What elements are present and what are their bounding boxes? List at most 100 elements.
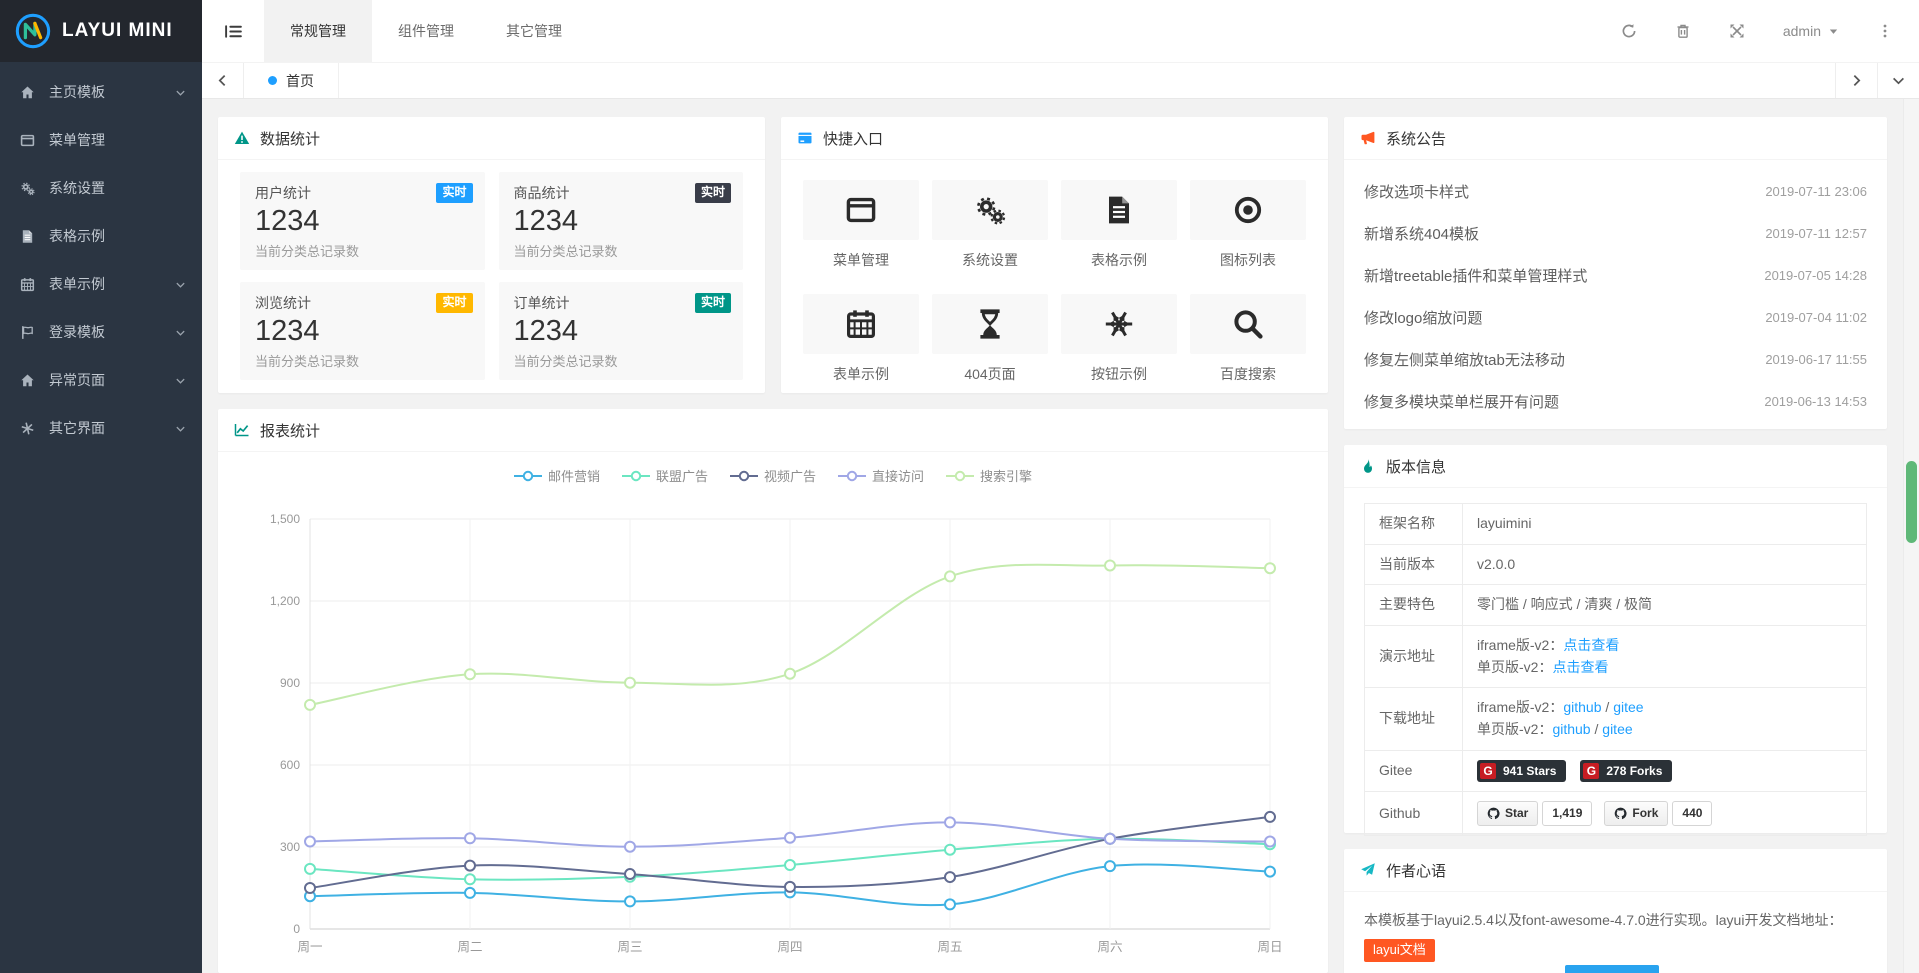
data-point[interactable]: [785, 882, 795, 892]
quick-entry-8[interactable]: 百度搜索: [1190, 294, 1306, 384]
top-nav-item-1[interactable]: 常规管理: [264, 0, 372, 62]
data-point[interactable]: [1265, 867, 1275, 877]
realtime-badge: 实时: [695, 293, 731, 313]
data-point[interactable]: [625, 869, 635, 879]
quick-entry-2[interactable]: 系统设置: [932, 180, 1048, 270]
version-link[interactable]: github: [1552, 721, 1590, 737]
data-point[interactable]: [625, 842, 635, 852]
data-point[interactable]: [305, 700, 315, 710]
scrollbar-thumb[interactable]: [1906, 461, 1917, 543]
data-point[interactable]: [1265, 563, 1275, 573]
refresh-icon[interactable]: [1621, 23, 1637, 39]
quick-entry-3[interactable]: 表格示例: [1061, 180, 1177, 270]
brand-logo[interactable]: LAYUI MINI: [0, 0, 202, 62]
quick-entry-6[interactable]: 404页面: [932, 294, 1048, 384]
data-point[interactable]: [785, 669, 795, 679]
data-point[interactable]: [945, 845, 955, 855]
quick-entry-7[interactable]: 按钮示例: [1061, 294, 1177, 384]
x-tick-label: 周四: [777, 940, 802, 954]
top-nav-item-3[interactable]: 其它管理: [480, 0, 588, 62]
flag-icon: [20, 324, 40, 340]
top-nav-item-2[interactable]: 组件管理: [372, 0, 480, 62]
data-point[interactable]: [625, 678, 635, 688]
data-point[interactable]: [465, 874, 475, 884]
notice-item-4[interactable]: 修改logo缩放问题2019-07-04 11:02: [1364, 296, 1867, 338]
sidebar-item-3[interactable]: 系统设置: [0, 164, 202, 212]
data-point[interactable]: [945, 817, 955, 827]
legend-item-3[interactable]: 视频广告: [730, 466, 816, 485]
stat-card-3[interactable]: 浏览统计1234当前分类总记录数实时: [240, 282, 485, 380]
sidebar-item-6[interactable]: 登录模板: [0, 308, 202, 356]
sidebar-item-7[interactable]: 异常页面: [0, 356, 202, 404]
version-link[interactable]: 点击查看: [1563, 637, 1619, 653]
notice-item-3[interactable]: 新增treetable插件和菜单管理样式2019-07-05 14:28: [1364, 254, 1867, 296]
sidebar-item-8[interactable]: 其它界面: [0, 404, 202, 452]
more-options-icon[interactable]: [1877, 23, 1893, 39]
data-point[interactable]: [465, 669, 475, 679]
data-point[interactable]: [465, 861, 475, 871]
sidebar-item-2[interactable]: 菜单管理: [0, 116, 202, 164]
join-qq-badge[interactable]: 加入QQ群: [1565, 965, 1659, 973]
stat-card-4[interactable]: 订单统计1234当前分类总记录数实时: [499, 282, 744, 380]
menu-collapse-icon[interactable]: [202, 0, 264, 62]
sidebar-item-5[interactable]: 表单示例: [0, 260, 202, 308]
legend-item-4[interactable]: 直接访问: [838, 466, 924, 485]
version-link[interactable]: 点击查看: [1552, 659, 1608, 675]
data-point[interactable]: [465, 833, 475, 843]
legend-item-5[interactable]: 搜索引擎: [946, 466, 1032, 485]
notice-item-5[interactable]: 修复左侧菜单缩放tab无法移动2019-06-17 11:55: [1364, 338, 1867, 380]
gitee-badge[interactable]: G941 Stars: [1477, 760, 1566, 783]
tab-operations-icon[interactable]: [1877, 63, 1919, 98]
panel-data-stats-title: 数据统计: [260, 128, 320, 149]
notice-item-date: 2019-07-04 11:02: [1765, 310, 1867, 325]
stat-card-1[interactable]: 用户统计1234当前分类总记录数实时: [240, 172, 485, 270]
tab-home[interactable]: 首页: [244, 63, 339, 98]
data-point[interactable]: [945, 872, 955, 882]
vertical-scrollbar[interactable]: [1903, 99, 1919, 973]
github-star-button[interactable]: Star: [1477, 801, 1538, 826]
trash-icon[interactable]: [1675, 23, 1691, 39]
stat-card-2[interactable]: 商品统计1234当前分类总记录数实时: [499, 172, 744, 270]
data-point[interactable]: [625, 896, 635, 906]
data-point[interactable]: [305, 883, 315, 893]
version-link[interactable]: github: [1563, 699, 1601, 715]
layui-doc-badge[interactable]: layui文档: [1364, 939, 1435, 962]
quick-entry-4[interactable]: 图标列表: [1190, 180, 1306, 270]
data-point[interactable]: [1265, 812, 1275, 822]
quick-entry-5[interactable]: 表单示例: [803, 294, 919, 384]
user-menu[interactable]: admin: [1783, 23, 1839, 39]
data-point[interactable]: [1105, 834, 1115, 844]
data-point[interactable]: [305, 864, 315, 874]
data-point[interactable]: [465, 888, 475, 898]
notice-item-2[interactable]: 新增系统404模板2019-07-11 12:57: [1364, 212, 1867, 254]
panel-quick-entry-title: 快捷入口: [823, 128, 883, 149]
data-point[interactable]: [945, 571, 955, 581]
version-link[interactable]: gitee: [1613, 699, 1643, 715]
quick-entry-1[interactable]: 菜单管理: [803, 180, 919, 270]
tab-scroll-right-icon[interactable]: [1835, 63, 1877, 98]
version-link[interactable]: gitee: [1602, 721, 1632, 737]
version-text: iframe版-v2：: [1477, 637, 1563, 653]
data-point[interactable]: [945, 899, 955, 909]
notice-item-1[interactable]: 修改选项卡样式2019-07-11 23:06: [1364, 170, 1867, 212]
github-count[interactable]: 440: [1672, 801, 1712, 826]
legend-item-2[interactable]: 联盟广告: [622, 466, 708, 485]
data-point[interactable]: [305, 837, 315, 847]
data-point[interactable]: [1105, 560, 1115, 570]
sidebar-item-4[interactable]: 表格示例: [0, 212, 202, 260]
calendar-icon: [803, 294, 919, 354]
fullscreen-icon[interactable]: [1729, 23, 1745, 39]
tab-scroll-left-icon[interactable]: [202, 63, 244, 98]
legend-label: 视频广告: [764, 466, 816, 485]
notice-item-6[interactable]: 修复多模块菜单栏展开有问题2019-06-13 14:53: [1364, 380, 1867, 422]
sidebar-item-1[interactable]: 主页模板: [0, 68, 202, 116]
legend-item-1[interactable]: 邮件营销: [514, 466, 600, 485]
realtime-badge: 实时: [695, 183, 731, 203]
data-point[interactable]: [785, 833, 795, 843]
data-point[interactable]: [1265, 837, 1275, 847]
github-count[interactable]: 1,419: [1542, 801, 1592, 826]
gitee-badge[interactable]: G278 Forks: [1580, 760, 1672, 783]
data-point[interactable]: [1105, 861, 1115, 871]
github-fork-button[interactable]: Fork: [1604, 801, 1668, 826]
data-point[interactable]: [785, 860, 795, 870]
